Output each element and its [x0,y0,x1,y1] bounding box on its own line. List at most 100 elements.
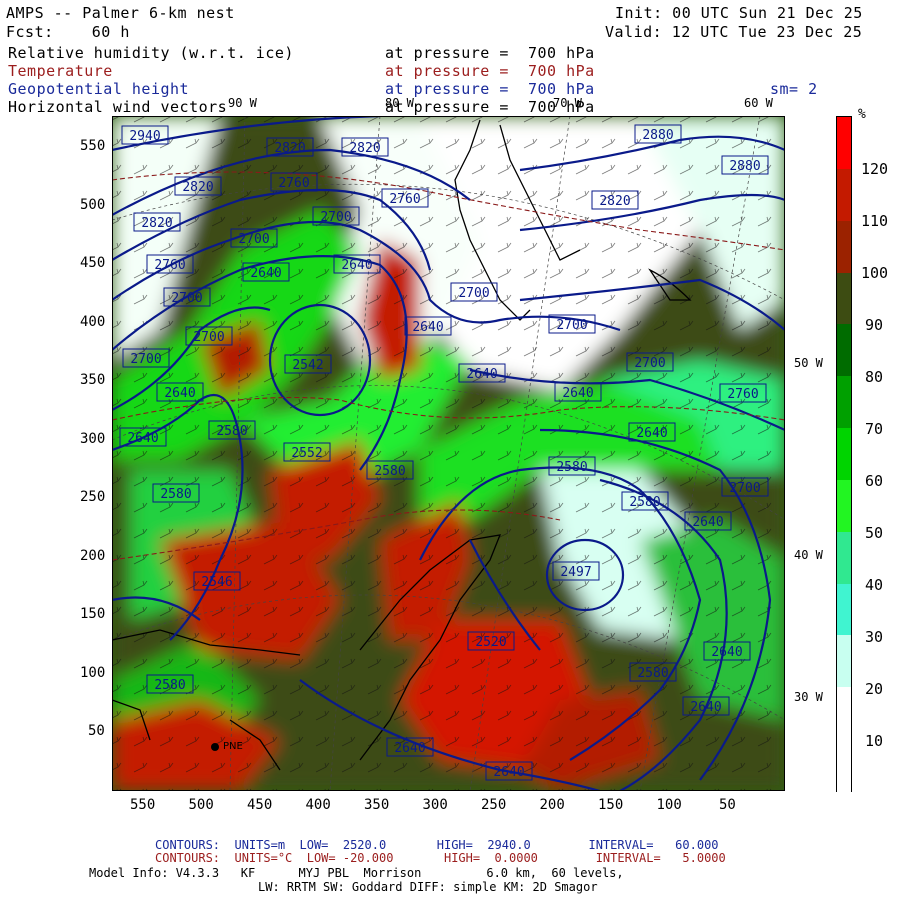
colorbar-segment [837,324,851,378]
colorbar-tick-label: 110 [861,212,889,230]
field-name-rh: Relative humidity (w.r.t. ice) [8,44,294,62]
svg-text:2580: 2580 [160,487,191,502]
x-tick-label: 250 [481,797,507,813]
svg-text:2880: 2880 [729,159,760,174]
svg-text:2760: 2760 [278,176,309,191]
colorbar-tick-label: 70 [865,420,884,438]
svg-text:2760: 2760 [727,387,758,402]
svg-text:2700: 2700 [556,318,587,333]
colorbar-tick-label: 50 [865,524,884,542]
station-marker [211,743,219,751]
y-tick-label: 200 [80,547,106,564]
svg-text:2640: 2640 [690,700,721,715]
svg-text:2700: 2700 [634,356,665,371]
svg-text:2760: 2760 [389,192,420,207]
svg-text:2640: 2640 [493,765,524,780]
colorbar-segment [837,168,851,222]
y-tick-label: 300 [80,430,106,447]
svg-text:2700: 2700 [238,232,269,247]
humidity-colorbar [836,116,852,792]
y-tick-label: 400 [80,313,106,330]
svg-text:2820: 2820 [349,141,380,156]
x-tick-label: 350 [364,797,390,813]
x-tick-label: 450 [247,797,273,813]
colorbar-tick-label: 80 [865,368,884,386]
colorbar-segment [837,531,851,585]
svg-text:2552: 2552 [291,446,322,461]
field-name-wind: Horizontal wind vectors [8,98,228,116]
svg-text:2640: 2640 [394,741,425,756]
lon-label-60w: 60 W [744,96,773,110]
svg-text:2542: 2542 [292,358,323,373]
colorbar-segment [837,117,851,170]
y-tick-label: 450 [80,255,106,271]
y-tick-label: 550 [80,138,106,154]
lon-label-80w: 80 W [385,96,414,110]
svg-text:2580: 2580 [637,666,668,681]
svg-text:2760: 2760 [154,258,185,273]
y-tick-label: 500 [80,196,106,213]
field-level-rh: at pressure = 700 hPa [385,44,595,62]
lon-label-90w: 90 W [228,96,257,110]
svg-text:2700: 2700 [320,210,351,225]
colorbar-tick-label: 60 [865,472,884,490]
colorbar-unit: % [858,107,866,122]
x-tick-label: 550 [130,797,156,813]
svg-text:2640: 2640 [127,431,158,446]
model-physics: LW: RRTM SW: Goddard DIFF: simple KM: 2D… [258,880,598,894]
init-time: Init: 00 UTC Sun 21 Dec 25 [615,4,863,22]
x-tick-label: 400 [305,797,331,813]
svg-text:2820: 2820 [141,216,172,231]
valid-time: Valid: 12 UTC Tue 23 Dec 25 [605,23,863,41]
colorbar-tick-label: 30 [865,628,884,646]
svg-text:2640: 2640 [466,367,497,382]
colorbar-tick-label: 10 [865,732,884,750]
svg-text:2580: 2580 [154,678,185,693]
x-tick-label: 300 [422,797,448,813]
svg-text:2640: 2640 [711,645,742,660]
weather-map: 2940 2820 2820 2880 2880 2820 2760 2760 2820 2820… [112,116,785,791]
field-name-temp: Temperature [8,62,113,80]
lon-label-30w: 30 W [794,690,823,704]
colorbar-tick-label: 40 [865,576,884,594]
svg-text:2520: 2520 [475,635,506,650]
svg-text:2640: 2640 [562,386,593,401]
colorbar-segment [837,376,851,430]
svg-text:2580: 2580 [374,464,405,479]
svg-text:2497: 2497 [560,565,591,580]
svg-text:2820: 2820 [274,141,305,156]
svg-text:2820: 2820 [599,194,630,209]
svg-text:2580: 2580 [556,460,587,475]
svg-text:2580: 2580 [216,424,247,439]
station-label: PNE [223,741,243,752]
colorbar-segment [837,687,851,741]
svg-text:2700: 2700 [193,330,224,345]
field-name-height: Geopotential height [8,80,190,98]
colorbar-segment [837,272,851,326]
colorbar-tick-label: 120 [861,160,889,178]
x-tick-label: 500 [188,797,214,813]
y-tick-label: 350 [80,372,106,388]
colorbar-tick-label: 100 [861,264,889,282]
x-tick-label: 50 [719,797,736,813]
map-title: AMPS -- Palmer 6-km nest [6,4,235,22]
colorbar-segment [837,220,851,274]
x-tick-label: 100 [656,797,682,813]
temperature-contour-info: CONTOURS: UNITS=°C LOW= -20.000 HIGH= 0.… [155,851,726,865]
forecast-hour: Fcst: 60 h [6,23,130,41]
svg-text:2640: 2640 [412,320,443,335]
x-tick-label: 150 [598,797,624,813]
smoothing-label: sm= 2 [770,80,818,98]
lon-label-40w: 40 W [794,548,823,562]
svg-text:2700: 2700 [130,352,161,367]
colorbar-tick-label: 20 [865,680,884,698]
svg-text:2580: 2580 [629,495,660,510]
y-tick-label: 100 [80,664,106,681]
y-tick-label: 150 [80,606,106,622]
svg-text:2820: 2820 [182,180,213,195]
svg-text:2640: 2640 [636,426,667,441]
x-tick-label: 200 [539,797,565,813]
colorbar-segment [837,583,851,637]
colorbar-tick-label: 90 [865,316,884,334]
svg-text:2700: 2700 [171,291,202,306]
